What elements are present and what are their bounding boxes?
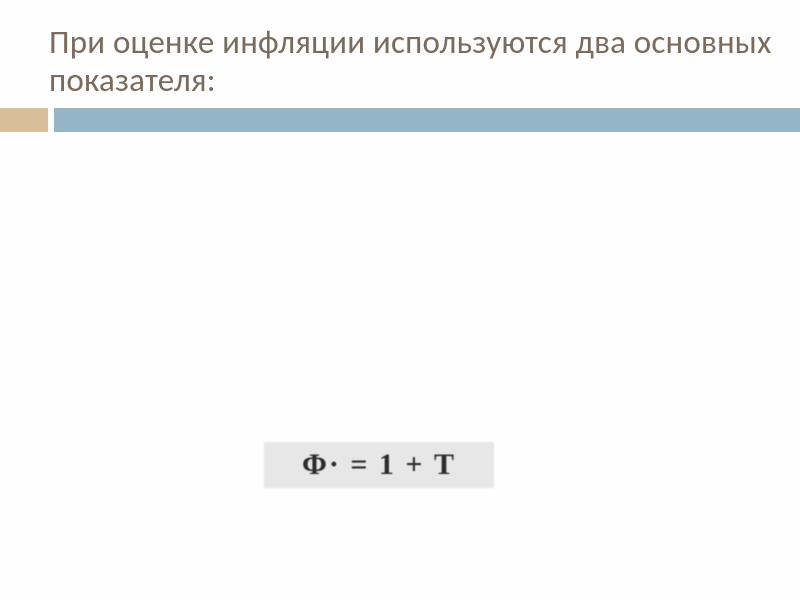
slide-title: При оценке инфляции используются два осн… (49, 24, 779, 100)
slide: При оценке инфляции используются два осн… (0, 0, 800, 600)
formula-image: Φ· = 1 + Т (264, 442, 494, 488)
divider-bar (54, 108, 800, 132)
accent-box (0, 108, 48, 132)
formula-text: Φ· = 1 + Т (302, 448, 456, 482)
